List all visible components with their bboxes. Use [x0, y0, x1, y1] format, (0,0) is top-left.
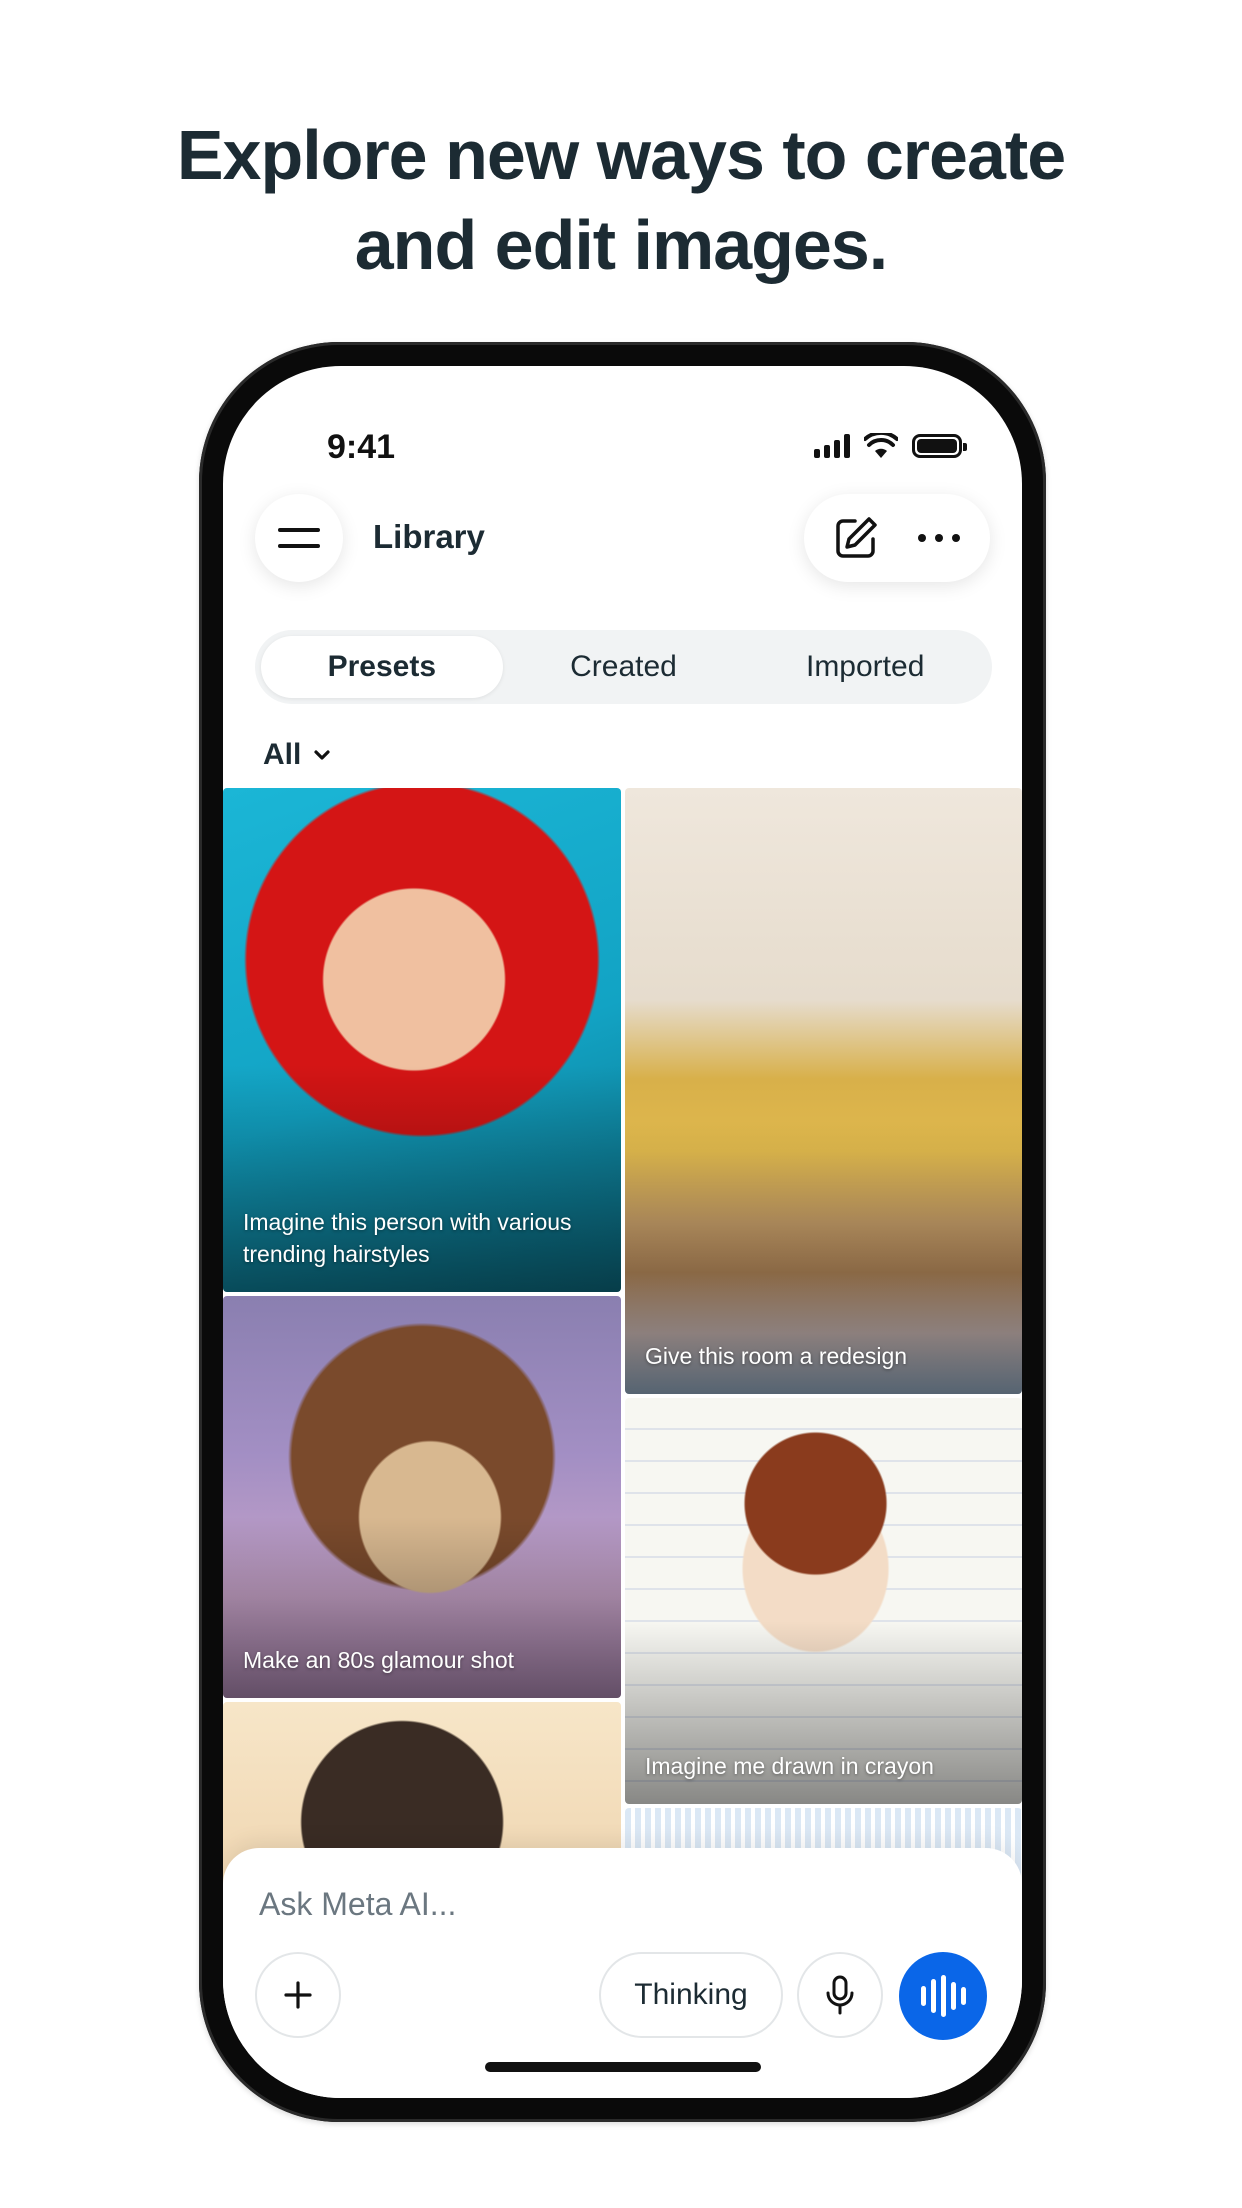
library-tabs: Presets Created Imported	[255, 630, 992, 704]
preset-caption: Imagine this person with various trendin…	[243, 1209, 572, 1267]
add-attachment-button[interactable]	[255, 1952, 341, 2038]
composer: Ask Meta AI... Thinking	[223, 1848, 1022, 2098]
edit-icon	[835, 517, 877, 558]
headline-line-2: and edit images.	[354, 206, 888, 284]
more-button[interactable]	[909, 508, 969, 568]
status-time: 9:41	[327, 428, 396, 466]
tab-imported[interactable]: Imported	[744, 636, 986, 698]
phone-screen: 9:41 Library Presets Created Imported Al…	[223, 366, 1022, 2098]
more-horizontal-icon	[917, 534, 960, 542]
microphone-icon	[826, 1975, 854, 2015]
tab-presets[interactable]: Presets	[261, 636, 503, 698]
thinking-toggle[interactable]: Thinking	[599, 1952, 783, 2038]
plus-icon	[284, 1981, 312, 2009]
marketing-headline: Explore new ways to create and edit imag…	[0, 110, 1242, 290]
microphone-button[interactable]	[797, 1952, 883, 2038]
preset-card-hairstyles[interactable]: Imagine this person with various trendin…	[223, 788, 621, 1292]
filter-label: All	[263, 738, 302, 771]
battery-icon	[912, 434, 967, 458]
presets-grid: Imagine this person with various trendin…	[223, 788, 1022, 1908]
phone-frame: 9:41 Library Presets Created Imported Al…	[199, 342, 1046, 2122]
preset-caption: Give this room a redesign	[645, 1343, 908, 1369]
header-actions	[804, 494, 990, 582]
home-indicator	[485, 2062, 761, 2072]
preset-card-80s-glamour[interactable]: Make an 80s glamour shot	[223, 1296, 621, 1698]
page-title: Library	[373, 518, 485, 555]
preset-card-crayon[interactable]: Imagine me drawn in crayon	[625, 1398, 1022, 1804]
voice-waveform-icon	[920, 1975, 966, 2017]
headline-line-1: Explore new ways to create	[176, 116, 1066, 194]
app-store-screenshot: Explore new ways to create and edit imag…	[0, 0, 1242, 2208]
wifi-icon	[864, 433, 898, 458]
preset-caption: Make an 80s glamour shot	[243, 1647, 515, 1673]
ask-input[interactable]: Ask Meta AI...	[259, 1886, 456, 1923]
voice-mode-button[interactable]	[899, 1952, 987, 2040]
tab-created[interactable]: Created	[503, 636, 745, 698]
status-icons	[814, 432, 967, 460]
filter-dropdown[interactable]: All	[263, 738, 331, 772]
preset-caption: Imagine me drawn in crayon	[645, 1753, 934, 1779]
preset-card-room-redesign[interactable]: Give this room a redesign	[625, 788, 1022, 1394]
new-chat-button[interactable]	[826, 508, 886, 568]
menu-button[interactable]	[255, 494, 343, 582]
hamburger-menu-icon	[278, 528, 320, 548]
signal-icon	[814, 434, 850, 458]
chevron-down-icon	[314, 750, 330, 760]
